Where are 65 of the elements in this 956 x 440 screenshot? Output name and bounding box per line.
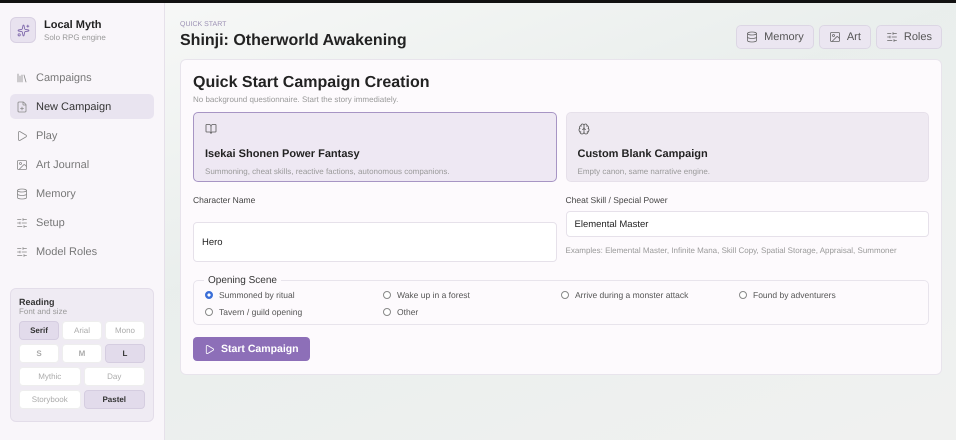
radio-button[interactable]: [561, 291, 569, 299]
field-label: Character Name: [193, 195, 256, 205]
start-button[interactable]: Start Campaign: [193, 337, 310, 361]
radio-option[interactable]: Wake up in a forest: [383, 290, 561, 300]
header-button[interactable]: Roles: [876, 25, 942, 49]
option-button[interactable]: L: [105, 344, 145, 363]
radio-button[interactable]: [205, 308, 213, 316]
image-icon: [828, 31, 841, 43]
nav-item[interactable]: Memory: [10, 181, 154, 206]
card-subtitle: No background questionnaire. Start the story immediately.: [193, 95, 400, 104]
group-legend: Opening Scene: [204, 275, 281, 286]
play-icon: [16, 130, 28, 142]
radio-button[interactable]: [739, 291, 747, 299]
radio-option[interactable]: Tavern / guild opening: [205, 307, 383, 317]
database-icon: [746, 31, 758, 43]
brain-icon: [578, 123, 590, 135]
field-hint: Examples: Elemental Master, Infinite Mana, Skill Copy, Spatial Storage, Appraisal, Summoner: [566, 245, 898, 256]
template-card[interactable]: Custom Blank Campaign Empty canon, same narrative engine.: [566, 112, 929, 182]
template-description: Summoning, cheat skills, reactive factions, autonomous companions.: [205, 167, 451, 176]
radio-button[interactable]: [205, 291, 213, 299]
option-label: Wake up in a forest: [397, 290, 470, 300]
nav-item[interactable]: Model Roles: [10, 239, 154, 264]
panel-title: Reading: [19, 297, 56, 307]
radio-option[interactable]: Arrive during a monster attack: [561, 290, 739, 300]
radio-button[interactable]: [383, 291, 391, 299]
radio-option[interactable]: Other: [383, 307, 561, 317]
nav-item[interactable]: New Campaign: [10, 94, 154, 119]
template-title: Isekai Shonen Power Fantasy: [205, 148, 361, 160]
header-button[interactable]: Memory: [736, 25, 814, 49]
app-name: Local Myth: [44, 18, 102, 30]
header-button[interactable]: Art: [818, 25, 871, 49]
nav-item[interactable]: Setup: [10, 210, 154, 235]
field-label: Cheat Skill / Special Power: [566, 195, 669, 205]
radio-option[interactable]: Found by adventurers: [739, 290, 917, 300]
nav-item[interactable]: Art Journal: [10, 152, 154, 177]
panel-subtitle: Font and size: [19, 307, 68, 316]
play-icon: [204, 344, 215, 354]
sparkles-icon: [16, 24, 30, 36]
option-label: Other: [397, 307, 418, 317]
template-title: Custom Blank Campaign: [578, 148, 709, 160]
sliders-icon: [886, 31, 898, 43]
option-label: Arrive during a monster attack: [575, 290, 688, 300]
book-icon: [205, 123, 217, 135]
option-label: Found by adventurers: [753, 290, 836, 300]
page-title: Shinji: Otherworld Awakening: [180, 32, 407, 50]
image-icon: [16, 158, 28, 170]
option-label: Tavern / guild opening: [219, 307, 302, 317]
sliders-icon: [16, 216, 28, 228]
radio-button[interactable]: [383, 308, 391, 316]
input-field[interactable]: Elemental Master: [566, 211, 929, 237]
sliders-icon: [16, 246, 28, 258]
books-icon: [16, 72, 28, 84]
radio-option[interactable]: Summoned by ritual: [205, 290, 383, 300]
input-field[interactable]: Hero: [193, 222, 556, 262]
database-icon: [16, 188, 28, 200]
option-button[interactable]: Serif: [19, 321, 59, 340]
template-description: Empty canon, same narrative engine.: [578, 167, 712, 176]
option-label: Summoned by ritual: [219, 290, 295, 300]
option-button[interactable]: Pastel: [84, 390, 145, 409]
nav-item[interactable]: Play: [10, 123, 154, 148]
nav-item[interactable]: Campaigns: [10, 65, 154, 90]
app-tagline: Solo RPG engine: [44, 32, 106, 42]
file-plus-icon: [16, 100, 28, 112]
template-card[interactable]: Isekai Shonen Power Fantasy Summoning, cheat skills, reactive factions, autonomous companions.: [193, 112, 556, 182]
card-title: Quick Start Campaign Creation: [193, 74, 430, 92]
